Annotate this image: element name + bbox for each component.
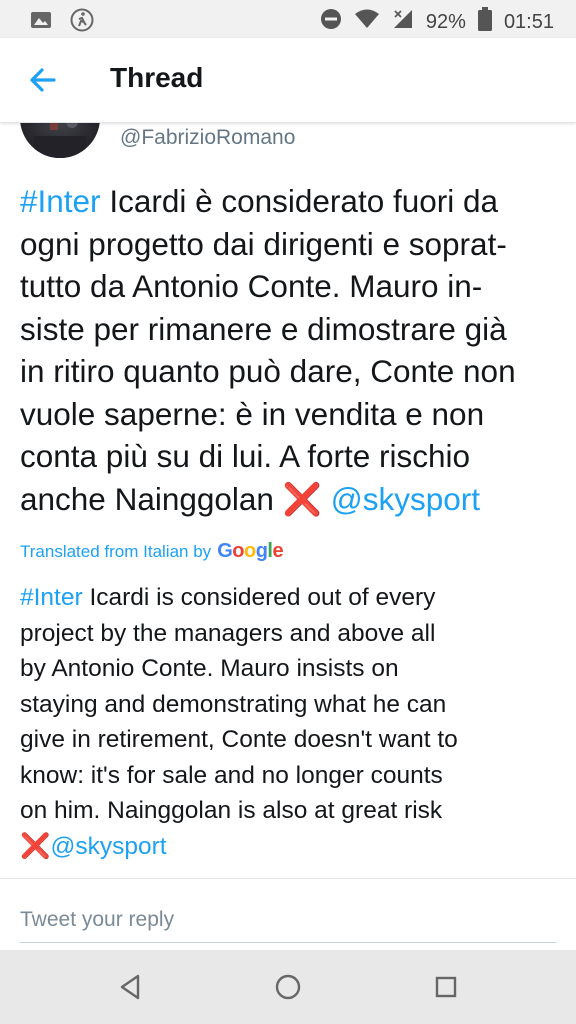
tweet-line: siste per rimanere e dimostrare già [20, 310, 507, 347]
home-circle-icon[interactable] [273, 972, 303, 1002]
divider [0, 878, 576, 879]
tweet-line: #Inter Icardi è considerato fuori da [20, 180, 556, 223]
translation-line: by Antonio Conte. Mauro insists on [20, 655, 399, 682]
translation-line: know: it's for sale and no longer counts [20, 761, 443, 789]
tweet-line-text: anche Nainggolan [20, 480, 283, 517]
author-handle[interactable]: @FabrizioRomano [120, 126, 295, 150]
translation-line: project by the managers and above all [20, 619, 436, 647]
translation-line: give in retirement, Conte doesn't want t… [20, 726, 458, 753]
translation-line: #Inter Icardi is considered out of every [20, 580, 556, 616]
app-bar: Thread [0, 38, 576, 123]
translation-line: ❌@skysport [20, 829, 556, 865]
tweet-line: conta più su di lui. A forte rischio [20, 438, 470, 474]
hashtag-link[interactable]: #Inter [20, 584, 83, 611]
hashtag-link[interactable]: #Inter [20, 183, 101, 219]
cross-mark-emoji: ❌ [282, 480, 322, 517]
back-triangle-icon[interactable] [116, 972, 146, 1002]
translation-label: Translated from Italian by [20, 541, 212, 561]
tweet-line: tutto da Antonio Conte. Mauro in- [20, 268, 483, 304]
tweet-line: ogni progetto dai dirigenti e soprat- [20, 225, 507, 262]
clock: 01:51 [503, 10, 554, 33]
runner-icon [70, 8, 94, 37]
do-not-disturb-icon [320, 8, 342, 36]
signal-icon [392, 8, 414, 36]
tweet-line: vuole saperne: è in vendita e non [20, 395, 485, 432]
recents-square-icon[interactable] [431, 972, 461, 1002]
tweet-line-text: Icardi è considerato fuori da [100, 183, 499, 219]
page-title: Thread [110, 62, 204, 93]
back-button[interactable] [24, 62, 62, 98]
mention-link[interactable]: @skysport [331, 481, 480, 517]
tweet-line: anche Nainggolan ❌ @skysport [20, 478, 556, 521]
system-nav-bar [0, 950, 576, 1024]
translation-line: staying and demonstrating what he can [20, 690, 447, 718]
translation-line-text: Icardi is considered out of every [82, 584, 436, 611]
wifi-icon [354, 8, 380, 36]
battery-percent: 92% [425, 10, 466, 33]
status-bar: 92% 01:51 [0, 0, 576, 38]
battery-icon [477, 7, 492, 37]
translation-line: on him. Nainggolan is also at great risk [20, 797, 443, 824]
cross-mark-emoji: ❌ [20, 832, 51, 860]
translation-attribution[interactable]: Translated from Italian by Google [20, 540, 284, 563]
tweet-line: in ritiro quanto può dare, Conte non [20, 353, 516, 389]
translated-text: #Inter Icardi is considered out of every… [20, 580, 556, 864]
tweet-text: #Inter Icardi è considerato fuori da ogn… [20, 180, 556, 520]
google-logo: Google [217, 540, 284, 562]
arrow-left-icon [30, 68, 56, 92]
mention-link[interactable]: @skysport [51, 833, 167, 860]
image-icon [30, 10, 52, 35]
reply-input[interactable] [20, 898, 556, 943]
